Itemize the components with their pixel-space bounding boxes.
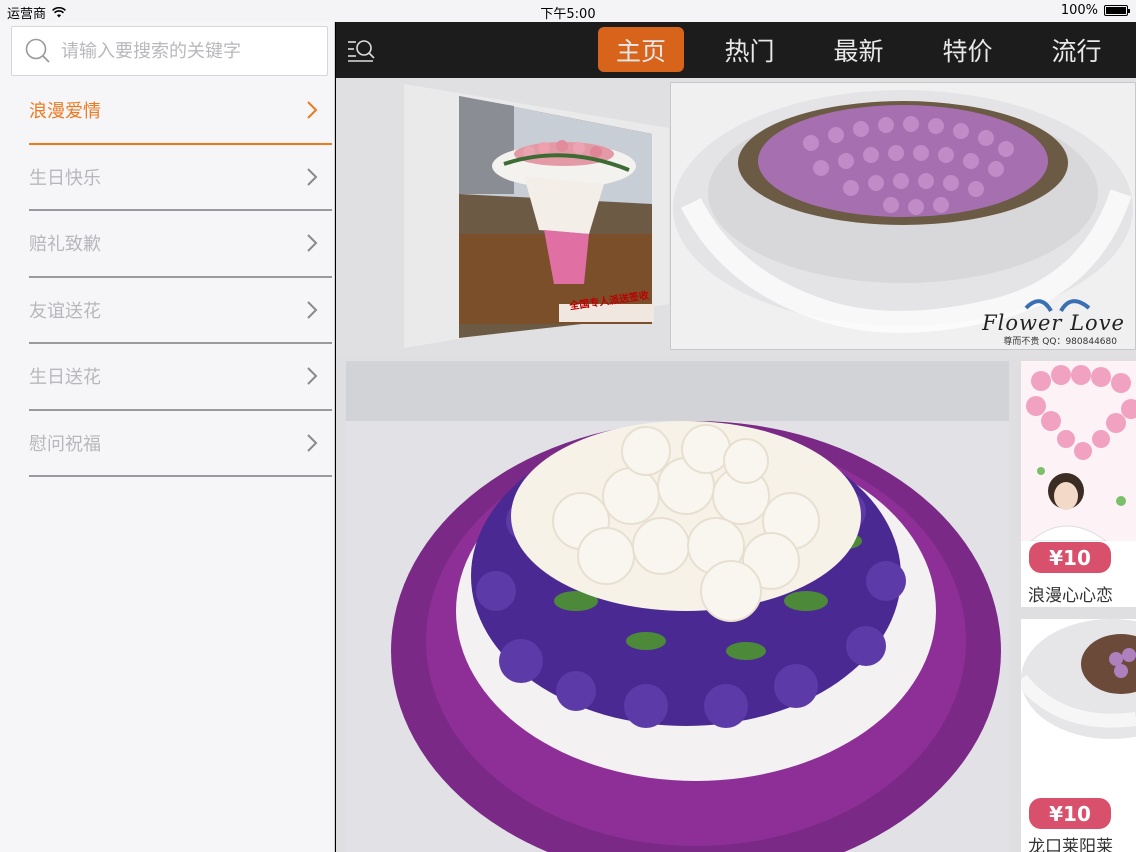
category-label: 浪漫爱情 — [29, 101, 101, 123]
battery-percent: 100% — [1060, 3, 1098, 18]
product-thumb-image — [1021, 619, 1136, 799]
search-box[interactable] — [11, 26, 328, 76]
product-card[interactable]: ¥10 浪漫心心恋 — [1021, 361, 1136, 607]
chevron-right-icon — [307, 434, 318, 452]
status-time: 下午5:00 — [540, 7, 596, 22]
tab-new[interactable]: 最新 — [804, 27, 913, 72]
nav-tabs: 主页 热门 最新 特价 流行 — [598, 27, 1131, 72]
top-nav: 主页 热门 最新 特价 流行 — [336, 22, 1136, 78]
bouquet-photo-right — [671, 83, 1135, 349]
category-item-romance[interactable]: 浪漫爱情 — [29, 78, 332, 145]
category-item-friendship[interactable]: 友谊送花 — [29, 278, 332, 344]
price-tag: ¥10 — [1029, 798, 1111, 829]
category-label: 生日送花 — [29, 367, 101, 389]
main-content: 主页 热门 最新 特价 流行 全国专人派送签收 Flower Love 尊而不贵… — [336, 22, 1136, 852]
product-title: 龙口莱阳莱 — [1028, 837, 1113, 852]
battery-icon — [1104, 5, 1130, 16]
banner-carousel[interactable]: 全国专人派送签收 Flower Love 尊而不贵 QQ：980844680 — [336, 78, 1136, 356]
bouquet-photo-left — [404, 84, 669, 348]
category-label: 生日快乐 — [29, 167, 101, 189]
category-item-condolence[interactable]: 慰问祝福 — [29, 411, 332, 477]
brand-contact: 尊而不贵 QQ：980844680 — [1003, 337, 1117, 347]
category-label: 慰问祝福 — [29, 433, 101, 455]
chevron-right-icon — [307, 168, 318, 186]
banner-card-left[interactable]: 全国专人派送签收 — [404, 84, 669, 348]
product-title: 浪漫心心恋 — [1028, 586, 1113, 606]
chevron-right-icon — [307, 367, 318, 385]
category-item-birthday[interactable]: 生日快乐 — [29, 145, 332, 211]
category-label: 友谊送花 — [29, 300, 101, 322]
tab-sale[interactable]: 特价 — [913, 27, 1022, 72]
product-card[interactable]: ¥10 龙口莱阳莱 — [1021, 619, 1136, 852]
category-item-birthday-flowers[interactable]: 生日送花 — [29, 344, 332, 411]
chevron-right-icon — [307, 101, 318, 119]
sidebar: 浪漫爱情 生日快乐 赔礼致歉 友谊送花 生日送花 慰问祝福 — [0, 22, 335, 852]
battery-group: 100% — [1060, 3, 1130, 18]
product-thumb-image — [1021, 361, 1136, 541]
search-input[interactable] — [61, 40, 311, 62]
category-item-apology[interactable]: 赔礼致歉 — [29, 211, 332, 278]
white-rose-bouquet-photo — [346, 361, 1009, 852]
menu-search-icon[interactable] — [347, 38, 375, 62]
chevron-right-icon — [307, 301, 318, 319]
price-tag: ¥10 — [1029, 542, 1111, 573]
category-label: 赔礼致歉 — [29, 234, 101, 256]
tab-home[interactable]: 主页 — [598, 27, 684, 72]
status-bar: 运营商 下午5:00 100% — [0, 0, 1136, 22]
featured-product-image[interactable] — [346, 361, 1009, 852]
tab-popular[interactable]: 流行 — [1022, 27, 1131, 72]
chevron-right-icon — [307, 234, 318, 252]
search-icon — [25, 38, 50, 63]
tab-hot[interactable]: 热门 — [695, 27, 804, 72]
brand-watermark: Flower Love — [982, 311, 1125, 335]
category-list: 浪漫爱情 生日快乐 赔礼致歉 友谊送花 生日送花 慰问祝福 — [0, 78, 335, 477]
banner-card-right[interactable]: Flower Love 尊而不贵 QQ：980844680 — [670, 82, 1136, 350]
